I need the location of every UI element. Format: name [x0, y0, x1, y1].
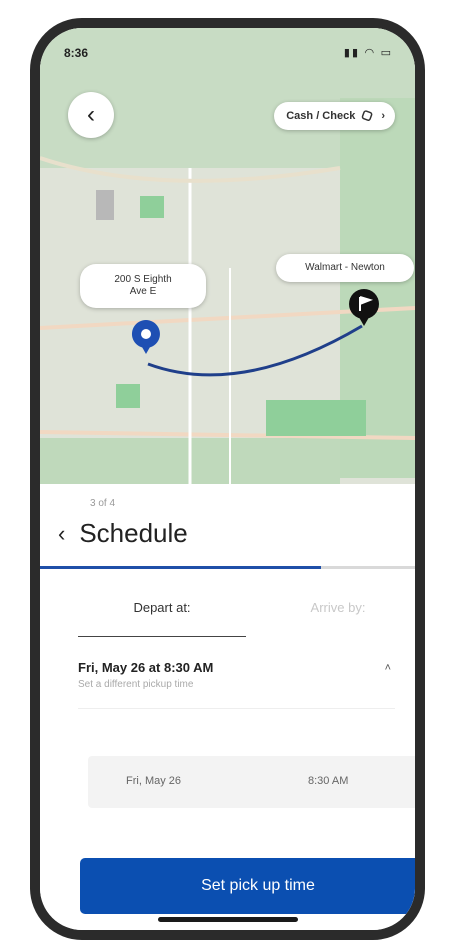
progress-fill	[40, 566, 322, 569]
chevron-up-icon[interactable]: ˄	[385, 662, 391, 674]
selected-time-section[interactable]: Fri, May 26 at 8:30 AM Set a different p…	[78, 660, 395, 690]
schedule-header: ‹ Schedule	[58, 518, 188, 549]
divider	[78, 708, 395, 709]
picker-time[interactable]: 8:30 AM	[308, 775, 348, 787]
set-pickup-time-button[interactable]: Set pick up time	[80, 858, 415, 914]
map-block-3	[266, 400, 366, 436]
back-chevron-icon[interactable]: ‹	[58, 521, 65, 547]
time-mode-tabs: Depart at: Arrive by:	[40, 600, 415, 637]
destination-label-text: Walmart - Newton	[305, 262, 385, 273]
chevron-right-icon: ›	[381, 110, 385, 122]
home-indicator	[157, 917, 298, 922]
map-block-4	[96, 190, 114, 220]
origin-label: 200 S Eighth Ave E	[80, 264, 206, 308]
origin-label-line2: Ave E	[129, 286, 157, 297]
status-time: 8:36	[64, 46, 89, 60]
chevron-left-icon: ‹	[87, 101, 95, 128]
destination-label: Walmart - Newton	[276, 254, 414, 282]
origin-marker	[131, 320, 160, 354]
payment-method-button[interactable]: Cash / Check ›	[274, 102, 395, 130]
picker-date[interactable]: Fri, May 26	[126, 775, 181, 787]
map-back-button[interactable]: ‹	[68, 92, 114, 138]
progress-bar	[40, 566, 415, 569]
map-block-1	[140, 196, 164, 218]
selected-time: Fri, May 26 at 8:30 AM	[78, 660, 214, 675]
map-block-2	[116, 384, 140, 408]
payment-label: Cash / Check	[286, 110, 356, 122]
phone-frame: 8:36 ▮▮ ◠ ▭ ‹ Cash / Check › 200 S Eight…	[30, 18, 425, 940]
selected-time-hint: Set a different pickup time	[78, 679, 194, 690]
origin-label-line1: 200 S Eighth	[114, 274, 172, 285]
status-icons: ▮▮ ◠ ▭	[343, 47, 393, 59]
cash-icon	[362, 110, 373, 121]
step-indicator: 3 of 4	[90, 498, 116, 509]
route-line	[147, 324, 363, 377]
page-title: Schedule	[79, 518, 188, 548]
time-picker[interactable]: Fri, May 26 8:30 AM	[88, 756, 415, 808]
tab-depart-at[interactable]: Depart at:	[78, 600, 246, 637]
status-bar: 8:36 ▮▮ ◠ ▭	[64, 46, 393, 64]
schedule-sheet: 3 of 4 ‹ Schedule Depart at: Arrive by: …	[40, 484, 415, 930]
route-map[interactable]: 8:36 ▮▮ ◠ ▭ ‹ Cash / Check › 200 S Eight…	[40, 28, 415, 484]
tab-arrive-by[interactable]: Arrive by:	[278, 600, 398, 636]
